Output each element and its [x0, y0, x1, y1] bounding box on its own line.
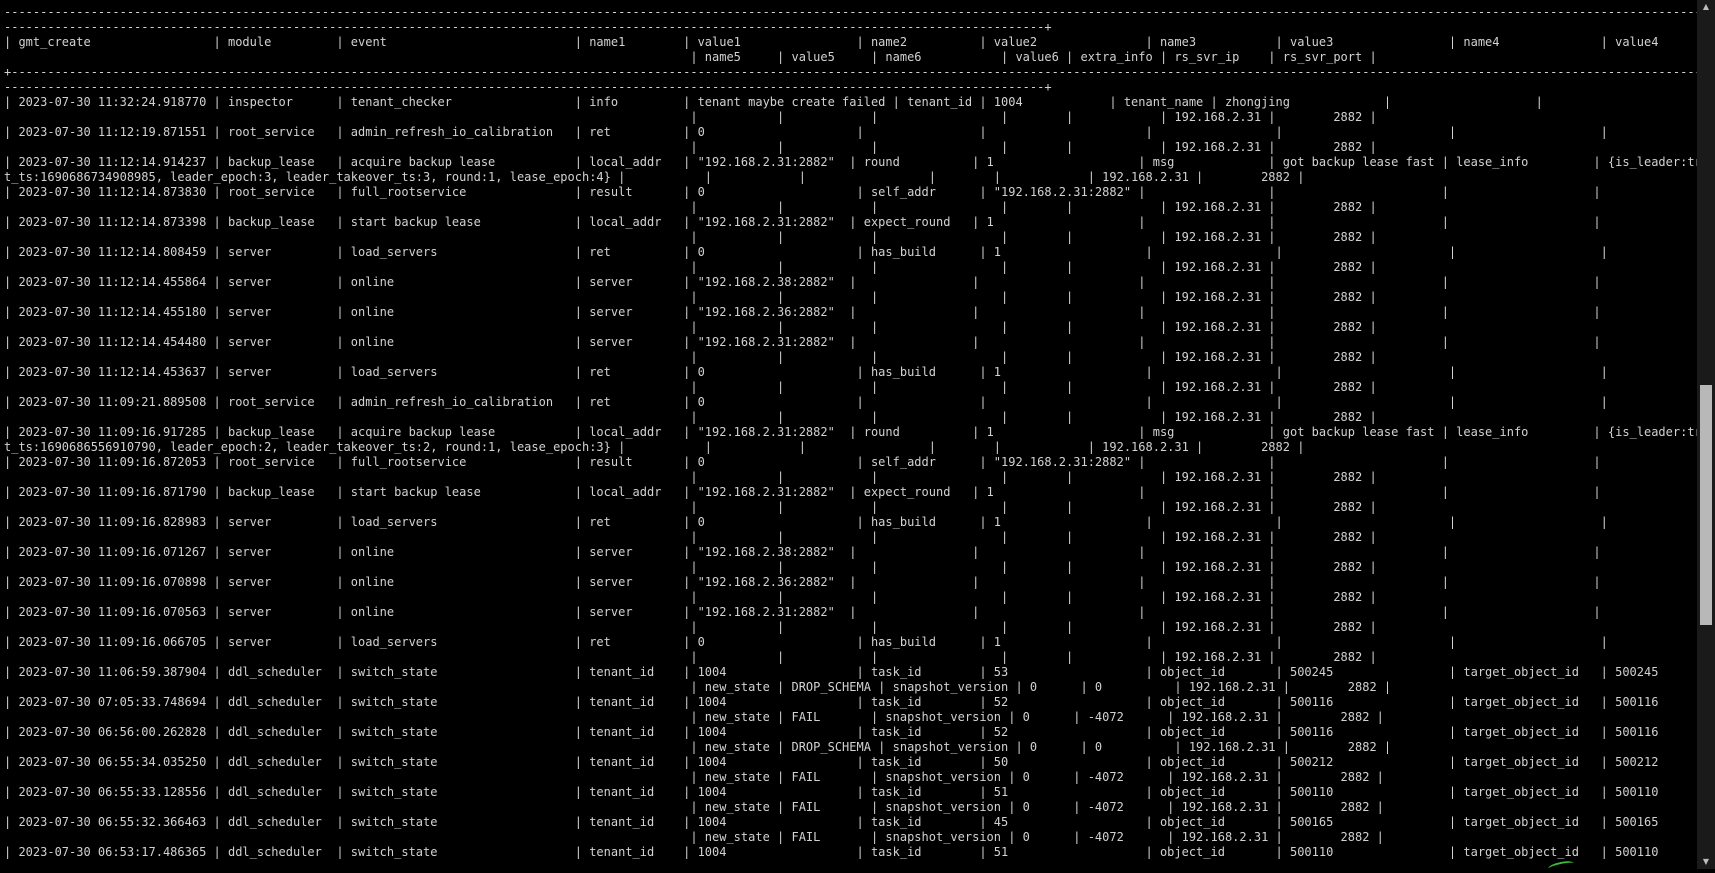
terminal-line: | 2023-07-30 11:12:14.808459 | server | …	[4, 245, 1608, 259]
terminal-line: | | | | | | 192.168.2.31 | 2882 |	[4, 590, 1377, 604]
terminal-line: | 2023-07-30 11:12:14.873398 | backup_le…	[4, 215, 1601, 229]
terminal-line: | 2023-07-30 11:32:24.918770 | inspector…	[4, 95, 1543, 109]
terminal-line: | 2023-07-30 11:09:16.070563 | server | …	[4, 605, 1601, 619]
terminal-line: ----------------------------------------…	[4, 5, 1697, 19]
terminal-line: | 2023-07-30 06:55:32.366463 | ddl_sched…	[4, 815, 1659, 829]
terminal-line: | 2023-07-30 06:55:34.035250 | ddl_sched…	[4, 755, 1659, 769]
terminal-line: | new_state | FAIL | snapshot_version | …	[4, 710, 1384, 724]
terminal-line: | new_state | FAIL | snapshot_version | …	[4, 770, 1384, 784]
terminal-line: | 2023-07-30 11:09:16.070898 | server | …	[4, 575, 1601, 589]
terminal-line: | 2023-07-30 07:05:33.748694 | ddl_sched…	[4, 695, 1659, 709]
terminal-line: | 2023-07-30 11:06:59.387904 | ddl_sched…	[4, 665, 1659, 679]
terminal-line: ----------------------------------------…	[4, 80, 1052, 94]
terminal-line: | | | | | | 192.168.2.31 | 2882 |	[4, 500, 1377, 514]
terminal-line: | 2023-07-30 11:12:14.455180 | server | …	[4, 305, 1601, 319]
terminal-line: | 2023-07-30 11:09:21.889508 | root_serv…	[4, 395, 1608, 409]
terminal-line: | name5 | value5 | name6 | value6 | extr…	[4, 50, 1377, 64]
terminal-line: | new_state | FAIL | snapshot_version | …	[4, 830, 1384, 844]
terminal-line: | 2023-07-30 06:55:33.128556 | ddl_sched…	[4, 785, 1659, 799]
scrollbar-thumb[interactable]	[1700, 385, 1712, 625]
terminal-line: | 2023-07-30 11:09:16.871790 | backup_le…	[4, 485, 1601, 499]
terminal-output: ----------------------------------------…	[4, 5, 1697, 860]
terminal-line: ----------------------------------------…	[4, 20, 1052, 34]
scroll-up-arrow-icon[interactable]: ▲	[1697, 0, 1715, 14]
terminal-line: | | | | | | 192.168.2.31 | 2882 |	[4, 530, 1377, 544]
terminal-line: | | | | | | 192.168.2.31 | 2882 |	[4, 110, 1377, 124]
terminal-line: +---------------------------------------…	[4, 65, 1697, 79]
terminal-line: t_ts:1690686734908985, leader_epoch:3, l…	[4, 170, 1305, 184]
terminal-line: | | | | | | 192.168.2.31 | 2882 |	[4, 380, 1377, 394]
terminal-line: | | | | | | 192.168.2.31 | 2882 |	[4, 560, 1377, 574]
terminal-line: t_ts:1690686556910790, leader_epoch:2, l…	[4, 440, 1305, 454]
terminal-line: | 2023-07-30 11:12:14.873830 | root_serv…	[4, 185, 1601, 199]
terminal-line: | 2023-07-30 11:09:16.917285 | backup_le…	[4, 425, 1697, 439]
terminal-line: | 2023-07-30 11:09:16.071267 | server | …	[4, 545, 1601, 559]
terminal-line: | gmt_create | module | event | name1 | …	[4, 35, 1659, 49]
terminal-line: | 2023-07-30 11:12:14.454480 | server | …	[4, 335, 1601, 349]
terminal-line: | 2023-07-30 11:12:19.871551 | root_serv…	[4, 125, 1608, 139]
vertical-scrollbar[interactable]: ▲ ▼	[1697, 0, 1715, 869]
terminal-line: | | | | | | 192.168.2.31 | 2882 |	[4, 290, 1377, 304]
terminal-line: | 2023-07-30 06:53:17.486365 | ddl_sched…	[4, 845, 1659, 859]
terminal-line: | 2023-07-30 11:12:14.914237 | backup_le…	[4, 155, 1697, 169]
terminal-window[interactable]: ----------------------------------------…	[0, 0, 1697, 869]
terminal-line: | | | | | | 192.168.2.31 | 2882 |	[4, 260, 1377, 274]
terminal-line: | 2023-07-30 11:12:14.455864 | server | …	[4, 275, 1601, 289]
terminal-line: | | | | | | 192.168.2.31 | 2882 |	[4, 650, 1377, 664]
terminal-line: | | | | | | 192.168.2.31 | 2882 |	[4, 350, 1377, 364]
terminal-line: | | | | | | 192.168.2.31 | 2882 |	[4, 470, 1377, 484]
terminal-line: | 2023-07-30 06:56:00.262828 | ddl_sched…	[4, 725, 1659, 739]
terminal-line: | 2023-07-30 11:09:16.828983 | server | …	[4, 515, 1608, 529]
terminal-line: | | | | | | 192.168.2.31 | 2882 |	[4, 200, 1377, 214]
terminal-line: | | | | | | 192.168.2.31 | 2882 |	[4, 140, 1377, 154]
terminal-line: | new_state | DROP_SCHEMA | snapshot_ver…	[4, 680, 1392, 694]
terminal-line: | 2023-07-30 11:09:16.066705 | server | …	[4, 635, 1608, 649]
terminal-line: | | | | | | 192.168.2.31 | 2882 |	[4, 320, 1377, 334]
terminal-line: | 2023-07-30 11:12:14.453637 | server | …	[4, 365, 1608, 379]
terminal-line: | | | | | | 192.168.2.31 | 2882 |	[4, 410, 1377, 424]
terminal-line: | new_state | DROP_SCHEMA | snapshot_ver…	[4, 740, 1392, 754]
scroll-down-arrow-icon[interactable]: ▼	[1697, 855, 1715, 869]
terminal-line: | 2023-07-30 11:09:16.872053 | root_serv…	[4, 455, 1601, 469]
terminal-line: | new_state | FAIL | snapshot_version | …	[4, 800, 1384, 814]
terminal-line: | | | | | | 192.168.2.31 | 2882 |	[4, 620, 1377, 634]
terminal-line: | | | | | | 192.168.2.31 | 2882 |	[4, 230, 1377, 244]
